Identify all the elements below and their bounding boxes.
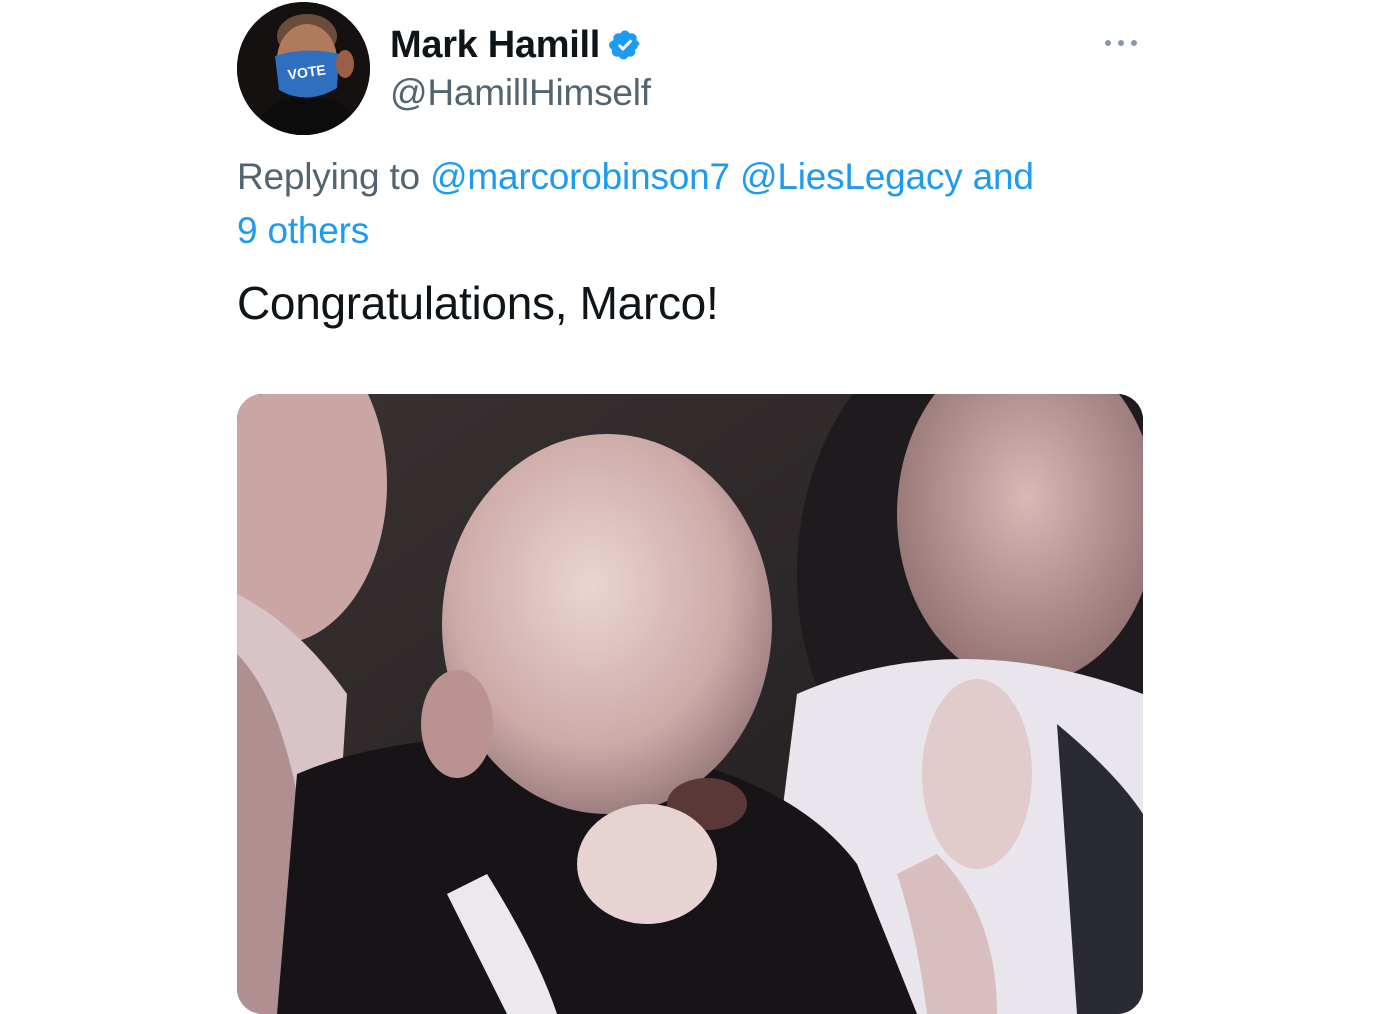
tweet-media[interactable] [237,394,1143,1014]
replying-to-label: Replying to [237,156,420,197]
avatar[interactable]: VOTE [237,2,370,135]
and-word[interactable]: and [973,156,1034,197]
tweet[interactable]: VOTE Mark Hamill @HamillHimself Replying… [237,0,1143,1014]
avatar-image: VOTE [237,2,370,135]
more-options-icon[interactable] [1103,32,1139,52]
mention-link[interactable]: @marcorobinson7 [430,156,730,197]
others-link[interactable]: 9 others [237,210,369,251]
mention-link[interactable]: @LiesLegacy [740,156,963,197]
replying-to: Replying to @marcorobinson7 @LiesLegacy … [237,150,1137,258]
verified-badge-icon [608,28,642,62]
tweet-text: Congratulations, Marco! [237,277,719,329]
author-handle[interactable]: @HamillHimself [390,72,651,114]
media-gif-image [237,394,1143,1014]
display-name[interactable]: Mark Hamill [390,24,600,67]
author-info: Mark Hamill @HamillHimself [390,20,651,114]
